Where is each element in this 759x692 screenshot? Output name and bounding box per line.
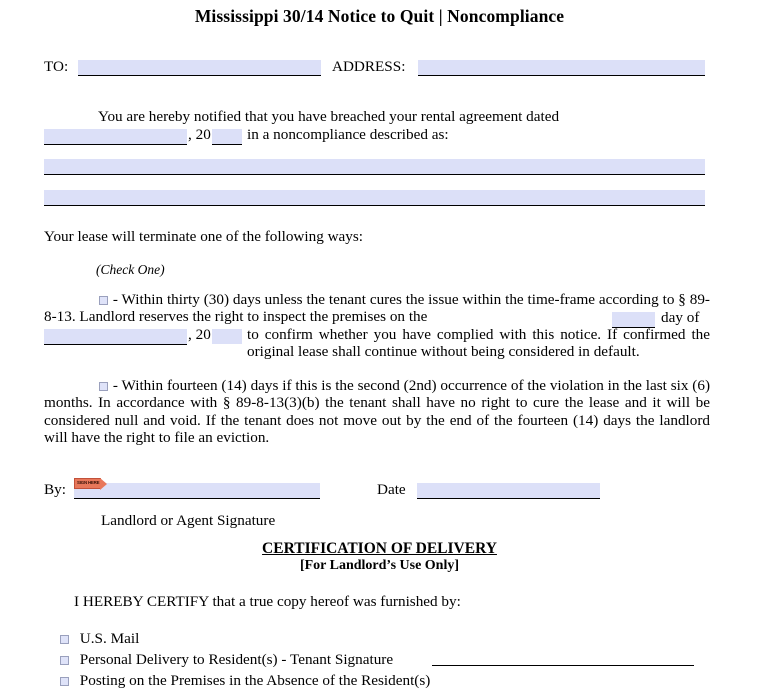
personal-delivery-checkbox[interactable]: [60, 656, 69, 665]
inspection-year-input[interactable]: [212, 329, 242, 344]
certification-statement: I HEREBY CERTIFY that a true copy hereof…: [74, 593, 461, 610]
date-input[interactable]: [417, 483, 600, 499]
delivery-method-row: Personal Delivery to Resident(s) - Tenan…: [59, 651, 393, 668]
sign-here-marker-label: SIGN HERE: [77, 480, 100, 485]
signature-caption: Landlord or Agent Signature: [101, 512, 276, 529]
sign-here-marker-icon[interactable]: SIGN HERE: [74, 478, 107, 490]
intro-paragraph: You are hereby notified that you have br…: [44, 108, 710, 125]
thirty-day-option: - Within thirty (30) days unless the ten…: [44, 291, 710, 326]
thirty-day-text-part-3: to confirm whether you have complied wit…: [247, 326, 710, 361]
address-input[interactable]: [418, 60, 705, 76]
intro-text-before: You are hereby notified that you have br…: [98, 108, 560, 125]
intro-text-after: in a noncompliance described as:: [247, 126, 449, 143]
intro-month-input[interactable]: [44, 129, 187, 145]
fourteen-day-option: - Within fourteen (14) days if this is t…: [44, 377, 710, 447]
terminate-lead-in: Your lease will terminate one of the fol…: [44, 228, 364, 245]
certification-subheading: [For Landlord’s Use Only]: [299, 558, 460, 573]
us-mail-checkbox[interactable]: [60, 635, 69, 644]
page-title: Mississippi 30/14 Notice to Quit | Nonco…: [194, 6, 565, 26]
description-line-2-input[interactable]: [44, 190, 705, 206]
to-label: TO:: [44, 58, 69, 75]
document-page: Mississippi 30/14 Notice to Quit | Nonco…: [0, 0, 759, 692]
intro-year-prefix: , 20: [188, 126, 211, 143]
inspection-year-prefix: , 20: [188, 326, 211, 343]
delivery-method-label: Posting on the Premises in the Absence o…: [79, 672, 431, 689]
thirty-day-checkbox[interactable]: [99, 296, 108, 305]
to-input[interactable]: [78, 60, 321, 76]
description-line-1-input[interactable]: [44, 159, 705, 175]
certification-heading: CERTIFICATION OF DELIVERY: [262, 540, 497, 557]
by-signature-input[interactable]: [74, 483, 320, 499]
fourteen-day-checkbox[interactable]: [99, 382, 108, 391]
check-one-label: (Check One): [96, 262, 165, 277]
posting-premises-checkbox[interactable]: [60, 677, 69, 686]
thirty-day-text-part-2: day of: [661, 309, 700, 326]
delivery-method-row: Posting on the Premises in the Absence o…: [59, 672, 430, 689]
delivery-method-row: U.S. Mail: [59, 630, 139, 647]
date-label: Date: [377, 481, 406, 498]
fourteen-day-text: - Within fourteen (14) days if this is t…: [44, 377, 711, 447]
thirty-day-text-part-1: - Within thirty (30) days unless the ten…: [44, 291, 710, 326]
inspection-month-input[interactable]: [44, 329, 187, 345]
delivery-method-label: U.S. Mail: [79, 630, 140, 647]
tenant-signature-line[interactable]: [432, 665, 694, 666]
intro-year-input[interactable]: [212, 129, 242, 145]
by-label: By:: [44, 481, 66, 498]
delivery-method-label: Personal Delivery to Resident(s) - Tenan…: [79, 651, 394, 668]
address-label: ADDRESS:: [332, 58, 406, 75]
